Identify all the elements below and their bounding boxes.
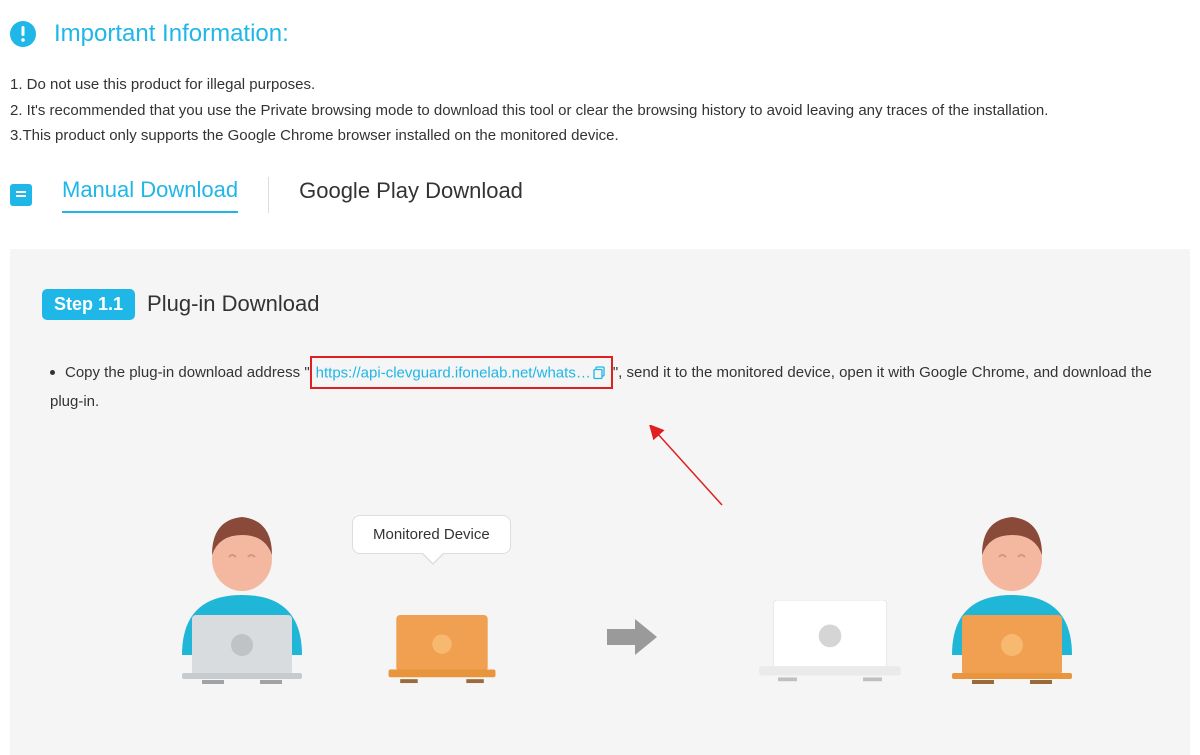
- exclamation-icon: [10, 21, 36, 47]
- step-title: Plug-in Download: [147, 291, 319, 317]
- info-list: 1. Do not use this product for illegal p…: [10, 72, 1190, 149]
- illustration: Monitored Device: [42, 425, 1158, 725]
- download-tabs: Manual Download Google Play Download: [10, 177, 1190, 213]
- info-header: Important Information:: [10, 20, 1190, 48]
- info-item: 1. Do not use this product for illegal p…: [10, 72, 1190, 98]
- info-title: Important Information:: [54, 20, 289, 48]
- step-header: Step 1.1 Plug-in Download: [42, 289, 1158, 320]
- info-item: 3.This product only supports the Google …: [10, 123, 1190, 149]
- step-panel: Step 1.1 Plug-in Download Copy the plug-…: [10, 249, 1190, 755]
- callout-arrow-icon: [622, 425, 742, 515]
- orange-device-left-icon: [387, 615, 497, 685]
- tab-google-play-download[interactable]: Google Play Download: [299, 178, 523, 212]
- step-badge: Step 1.1: [42, 289, 135, 320]
- info-item: 2. It's recommended that you use the Pri…: [10, 98, 1190, 124]
- white-device-icon: [755, 600, 905, 685]
- url-highlight-box: https://api-clevguard.ifonelab.net/whats…: [310, 356, 613, 390]
- person-left-icon: [157, 505, 327, 695]
- person-right-icon: [927, 505, 1097, 695]
- plugin-url-link[interactable]: https://api-clevguard.ifonelab.net/whats…: [316, 364, 591, 381]
- copy-icon[interactable]: [593, 366, 607, 380]
- step-instruction: Copy the plug-in download address " https…: [42, 356, 1158, 415]
- transfer-arrow-icon: [607, 619, 657, 655]
- tab-manual-download[interactable]: Manual Download: [62, 177, 238, 213]
- bookmark-icon: [10, 184, 32, 206]
- tab-separator: [268, 177, 269, 213]
- monitored-device-bubble: Monitored Device: [352, 515, 511, 554]
- step-text-before: Copy the plug-in download address ": [65, 363, 310, 380]
- bullet-icon: [50, 370, 55, 375]
